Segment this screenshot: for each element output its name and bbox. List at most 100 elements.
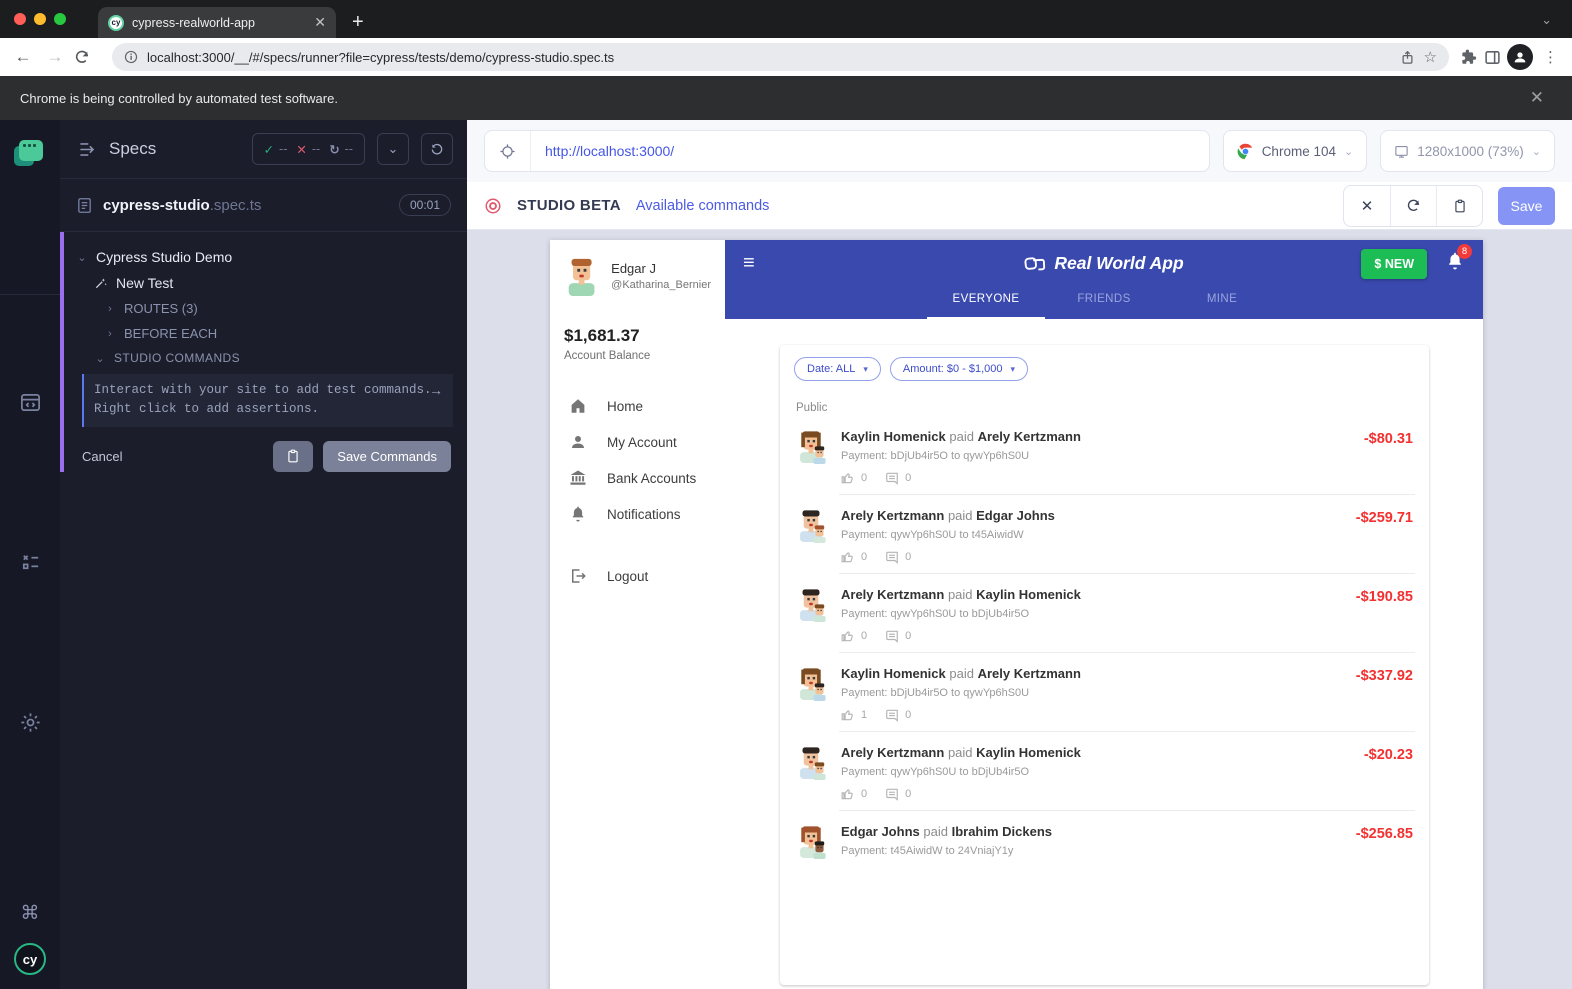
browser-tab[interactable]: cy cypress-realworld-app ✕ <box>98 7 336 38</box>
cypress-logo-icon[interactable] <box>17 140 43 166</box>
sender-name[interactable]: Arely Kertzmann <box>841 587 944 602</box>
transaction-detail: Payment: qywYp6hS0U to t45AiwidW <box>841 529 1356 541</box>
close-studio-button[interactable]: ✕ <box>1344 186 1390 226</box>
comment-icon[interactable] <box>885 550 899 564</box>
extensions-puzzle-icon[interactable] <box>1461 49 1478 66</box>
notifications-button[interactable]: 8 <box>1445 251 1465 276</box>
collapse-reporter-icon[interactable] <box>78 140 97 159</box>
sender-name[interactable]: Arely Kertzmann <box>841 745 944 760</box>
viewport-selector[interactable]: 1280x1000 (73%) ⌄ <box>1380 130 1555 172</box>
bookmark-star-icon[interactable]: ☆ <box>1424 48 1437 66</box>
save-commands-button[interactable]: Save Commands <box>323 441 451 472</box>
window-close-button[interactable] <box>14 13 26 25</box>
tab-search-icon[interactable]: ⌄ <box>1541 12 1552 28</box>
restart-studio-button[interactable] <box>1390 186 1436 226</box>
transaction-card: Date: ALL ▾ Amount: $0 - $1,000 ▾ Public <box>780 345 1429 985</box>
forward-button[interactable]: → <box>42 47 68 67</box>
share-icon[interactable] <box>1400 50 1415 65</box>
cypress-reporter: Specs ✓-- ✕-- ↻-- ⌄ cypress-studio.spec.… <box>60 120 467 989</box>
browser-selector[interactable]: Chrome 104 ⌄ <box>1223 130 1368 172</box>
sender-name[interactable]: Kaylin Homenick <box>841 429 946 444</box>
like-icon[interactable] <box>841 629 855 643</box>
chevron-down-icon: ⌄ <box>76 251 88 264</box>
transaction-title: Arely Kertzmann paid Kaylin Homenick <box>841 587 1356 602</box>
comment-count: 0 <box>905 472 911 484</box>
app-header: ≡ Real World App $ NEW 8 <box>725 240 1483 287</box>
transaction-row[interactable]: Kaylin Homenick paid Arely Kertzmann Pay… <box>794 653 1415 732</box>
sidebar-item-home[interactable]: Home <box>564 388 711 424</box>
reload-button[interactable] <box>74 49 100 65</box>
sidebar-item-my-account[interactable]: My Account <box>564 424 711 460</box>
chrome-browser-icon <box>1237 143 1254 160</box>
receiver-name[interactable]: Edgar Johns <box>976 508 1055 523</box>
comment-icon[interactable] <box>885 708 899 722</box>
comment-icon[interactable] <box>885 629 899 643</box>
comment-icon[interactable] <box>885 471 899 485</box>
transaction-row[interactable]: Edgar Johns paid Ibrahim Dickens Payment… <box>794 811 1415 873</box>
sender-name[interactable]: Arely Kertzmann <box>841 508 944 523</box>
sender-name[interactable]: Edgar Johns <box>841 824 920 839</box>
date-filter-chip[interactable]: Date: ALL ▾ <box>794 357 881 381</box>
receiver-name[interactable]: Arely Kertzmann <box>978 429 1081 444</box>
aut-url-input[interactable]: http://localhost:3000/ <box>531 143 1209 159</box>
like-icon[interactable] <box>841 708 855 722</box>
transaction-row[interactable]: Arely Kertzmann paid Kaylin Homenick Pay… <box>794 732 1415 811</box>
test-row[interactable]: New Test <box>76 270 455 296</box>
hamburger-menu-icon[interactable]: ≡ <box>743 252 755 275</box>
studio-save-button[interactable]: Save <box>1498 187 1555 225</box>
amount-filter-chip[interactable]: Amount: $0 - $1,000 ▾ <box>890 357 1028 381</box>
specs-browser-icon[interactable] <box>19 391 42 419</box>
receiver-name[interactable]: Arely Kertzmann <box>978 666 1081 681</box>
like-icon[interactable] <box>841 787 855 801</box>
before-each-row[interactable]: › BEFORE EACH <box>76 321 455 346</box>
rerun-tests-button[interactable] <box>421 133 453 165</box>
studio-commands-row[interactable]: ⌄ STUDIO COMMANDS <box>76 346 455 370</box>
settings-gear-icon[interactable] <box>19 711 42 739</box>
window-minimize-button[interactable] <box>34 13 46 25</box>
receiver-name[interactable]: Ibrahim Dickens <box>952 824 1052 839</box>
runs-checklist-icon[interactable] <box>19 551 42 579</box>
crosshair-icon <box>499 143 516 160</box>
cancel-button[interactable]: Cancel <box>82 449 122 464</box>
tab-friends[interactable]: FRIENDS <box>1045 287 1163 319</box>
sidebar-item-notifications[interactable]: Notifications <box>564 496 711 532</box>
receiver-name[interactable]: Kaylin Homenick <box>976 745 1081 760</box>
window-zoom-button[interactable] <box>54 13 66 25</box>
copy-studio-button[interactable] <box>1436 186 1482 226</box>
routes-row[interactable]: › ROUTES (3) <box>76 296 455 321</box>
bell-icon <box>569 505 587 523</box>
spec-file-row[interactable]: cypress-studio.spec.ts 00:01 <box>60 179 467 231</box>
comment-icon[interactable] <box>885 787 899 801</box>
cypress-cy-badge[interactable]: cy <box>14 943 46 975</box>
collapse-all-button[interactable]: ⌄ <box>377 133 409 165</box>
suite-row[interactable]: ⌄ Cypress Studio Demo <box>76 244 455 270</box>
side-panel-icon[interactable] <box>1484 49 1501 66</box>
copy-commands-button[interactable] <box>273 441 313 472</box>
transaction-row[interactable]: Arely Kertzmann paid Edgar Johns Payment… <box>794 495 1415 574</box>
sidebar-item-bank-accounts[interactable]: Bank Accounts <box>564 460 711 496</box>
sidebar-item-logout[interactable]: Logout <box>564 558 711 594</box>
omnibox[interactable]: localhost:3000/__/#/specs/runner?file=cy… <box>112 43 1449 71</box>
receiver-name[interactable]: Kaylin Homenick <box>976 587 1081 602</box>
studio-bar: STUDIO BETA Available commands ✕ Save <box>467 182 1572 230</box>
profile-avatar[interactable] <box>1507 44 1533 70</box>
tab-everyone[interactable]: EVERYONE <box>927 287 1045 319</box>
transaction-detail: Payment: t45AiwidW to 24VniajY1y <box>841 845 1356 857</box>
tab-close-icon[interactable]: ✕ <box>314 14 326 31</box>
new-transaction-button[interactable]: $ NEW <box>1361 249 1427 279</box>
new-tab-button[interactable]: + <box>352 12 364 32</box>
banner-close-icon[interactable]: ✕ <box>1530 88 1544 108</box>
tab-mine[interactable]: MINE <box>1163 287 1281 319</box>
keyboard-shortcuts-icon[interactable]: ⌘ <box>21 902 40 925</box>
viewport-icon <box>1394 144 1409 159</box>
transaction-row[interactable]: Kaylin Homenick paid Arely Kertzmann Pay… <box>794 416 1415 495</box>
transaction-row[interactable]: Arely Kertzmann paid Kaylin Homenick Pay… <box>794 574 1415 653</box>
like-icon[interactable] <box>841 550 855 564</box>
selector-playground-button[interactable] <box>485 131 531 171</box>
sender-name[interactable]: Kaylin Homenick <box>841 666 946 681</box>
like-icon[interactable] <box>841 471 855 485</box>
browser-menu-icon[interactable]: ⋮ <box>1543 48 1558 66</box>
transaction-list: Kaylin Homenick paid Arely Kertzmann Pay… <box>794 416 1415 873</box>
available-commands-link[interactable]: Available commands <box>636 198 770 214</box>
back-button[interactable]: ← <box>10 47 36 67</box>
